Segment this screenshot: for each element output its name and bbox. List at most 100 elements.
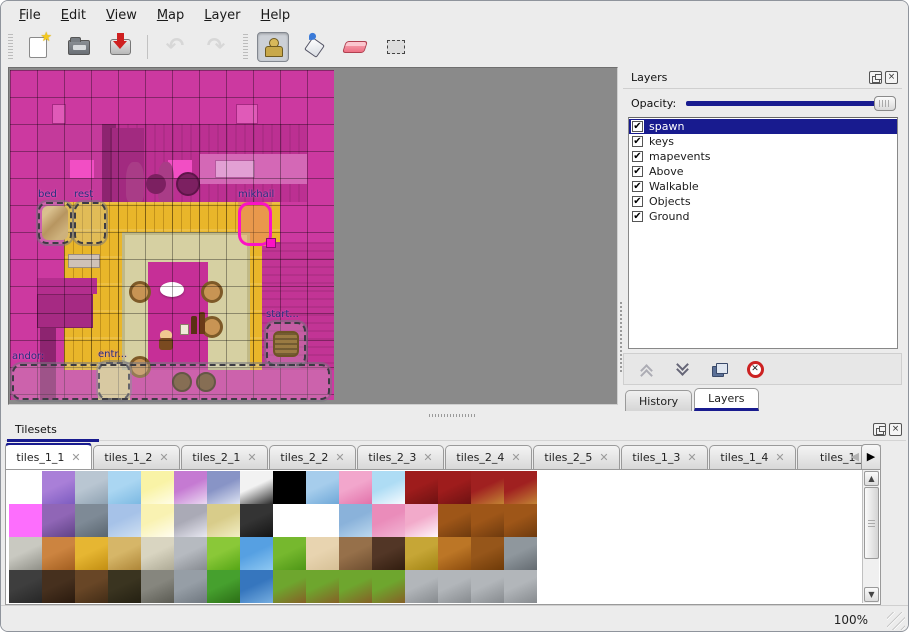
close-tab-icon[interactable]: ✕: [71, 451, 80, 464]
tile-0-3[interactable]: [108, 471, 141, 504]
tile-1-15[interactable]: [504, 504, 537, 537]
duplicate-layer-button[interactable]: [708, 358, 730, 380]
close-tab-icon[interactable]: ✕: [247, 451, 256, 464]
tile-3-12[interactable]: [405, 570, 438, 603]
map-viewport[interactable]: bedrestmikhailstart...entr...andor:: [8, 67, 618, 405]
layer-visibility-checkbox[interactable]: ✔: [632, 121, 643, 132]
layer-row-Objects[interactable]: ✔Objects: [629, 194, 897, 209]
tile-0-0[interactable]: [9, 471, 42, 504]
tile-3-10[interactable]: [339, 570, 372, 603]
fill-bucket-button[interactable]: [298, 32, 330, 62]
menu-view[interactable]: View: [96, 5, 147, 26]
layer-row-spawn[interactable]: ✔spawn: [629, 119, 897, 134]
resize-handle[interactable]: [266, 238, 276, 248]
map-object-rest[interactable]: [74, 202, 106, 244]
tile-1-1[interactable]: [42, 504, 75, 537]
tile-1-2[interactable]: [75, 504, 108, 537]
tile-3-2[interactable]: [75, 570, 108, 603]
close-tab-icon[interactable]: ✕: [599, 451, 608, 464]
tile-2-9[interactable]: [306, 537, 339, 570]
menu-map[interactable]: Map: [147, 5, 194, 26]
tile-1-8[interactable]: [273, 504, 306, 537]
close-tab-icon[interactable]: ✕: [687, 451, 696, 464]
tileset-tab-tiles_2_4[interactable]: tiles_2_4✕: [445, 445, 532, 469]
close-tab-icon[interactable]: ✕: [775, 451, 784, 464]
opacity-slider-thumb[interactable]: [874, 96, 896, 111]
tile-2-7[interactable]: [240, 537, 273, 570]
tile-2-5[interactable]: [174, 537, 207, 570]
tileset-tab-tiles_1_2[interactable]: tiles_1_2✕: [93, 445, 180, 469]
layer-row-mapevents[interactable]: ✔mapevents: [629, 149, 897, 164]
tile-2-0[interactable]: [9, 537, 42, 570]
tileset-tab-tiles_1_1[interactable]: tiles_1_1✕: [5, 443, 92, 469]
tile-1-0[interactable]: [9, 504, 42, 537]
map-object-start[interactable]: [266, 322, 306, 366]
rect-select-button[interactable]: [380, 32, 412, 62]
stamp-brush-button[interactable]: [257, 32, 289, 62]
undo-button[interactable]: ↶: [159, 32, 191, 62]
tile-0-11[interactable]: [372, 471, 405, 504]
layer-visibility-checkbox[interactable]: ✔: [632, 196, 643, 207]
tile-1-10[interactable]: [339, 504, 372, 537]
layer-row-Above[interactable]: ✔Above: [629, 164, 897, 179]
tile-0-14[interactable]: [471, 471, 504, 504]
tile-2-11[interactable]: [372, 537, 405, 570]
save-button[interactable]: [104, 32, 136, 62]
tile-2-15[interactable]: [504, 537, 537, 570]
tile-3-0[interactable]: [9, 570, 42, 603]
tile-3-14[interactable]: [471, 570, 504, 603]
tile-0-2[interactable]: [75, 471, 108, 504]
tile-0-15[interactable]: [504, 471, 537, 504]
tile-0-12[interactable]: [405, 471, 438, 504]
tile-2-2[interactable]: [75, 537, 108, 570]
menu-help[interactable]: Help: [251, 5, 301, 26]
tile-2-8[interactable]: [273, 537, 306, 570]
tab-layers[interactable]: Layers: [694, 388, 758, 411]
tileset-tab-tiles_1_4[interactable]: tiles_1_4✕: [709, 445, 796, 469]
tile-0-5[interactable]: [174, 471, 207, 504]
tile-3-6[interactable]: [207, 570, 240, 603]
tile-0-7[interactable]: [240, 471, 273, 504]
menu-layer[interactable]: Layer: [194, 5, 250, 26]
tileset-tab-tiles_2_5[interactable]: tiles_2_5✕: [533, 445, 620, 469]
layer-row-Ground[interactable]: ✔Ground: [629, 209, 897, 224]
tile-1-11[interactable]: [372, 504, 405, 537]
tile-3-4[interactable]: [141, 570, 174, 603]
close-tab-icon[interactable]: ✕: [159, 451, 168, 464]
toolbar-drag-handle[interactable]: [7, 34, 14, 60]
tile-3-11[interactable]: [372, 570, 405, 603]
tile-3-15[interactable]: [504, 570, 537, 603]
layer-row-Walkable[interactable]: ✔Walkable: [629, 179, 897, 194]
tile-1-3[interactable]: [108, 504, 141, 537]
opacity-slider[interactable]: [686, 95, 896, 111]
layer-visibility-checkbox[interactable]: ✔: [632, 136, 643, 147]
tile-3-8[interactable]: [273, 570, 306, 603]
close-tab-icon[interactable]: ✕: [423, 451, 432, 464]
tile-3-9[interactable]: [306, 570, 339, 603]
layer-visibility-checkbox[interactable]: ✔: [632, 166, 643, 177]
tile-2-14[interactable]: [471, 537, 504, 570]
tile-1-5[interactable]: [174, 504, 207, 537]
tile-0-1[interactable]: [42, 471, 75, 504]
tile-2-10[interactable]: [339, 537, 372, 570]
open-folder-button[interactable]: [63, 32, 95, 62]
layer-row-keys[interactable]: ✔keys: [629, 134, 897, 149]
float-panel-icon[interactable]: [869, 71, 882, 84]
tile-2-1[interactable]: [42, 537, 75, 570]
tile-3-7[interactable]: [240, 570, 273, 603]
tile-0-6[interactable]: [207, 471, 240, 504]
tile-1-6[interactable]: [207, 504, 240, 537]
tile-1-9[interactable]: [306, 504, 339, 537]
close-panel-icon[interactable]: ×: [889, 423, 902, 436]
tile-1-13[interactable]: [438, 504, 471, 537]
scroll-down-icon[interactable]: ▼: [864, 587, 879, 602]
tile-1-7[interactable]: [240, 504, 273, 537]
close-panel-icon[interactable]: ×: [885, 71, 898, 84]
new-file-button[interactable]: [22, 32, 54, 62]
move-layer-up-button[interactable]: [636, 358, 658, 380]
map-object-bed[interactable]: [38, 202, 72, 244]
delete-layer-button[interactable]: ✕: [744, 358, 766, 380]
map-canvas[interactable]: bedrestmikhailstart...entr...andor:: [10, 70, 334, 400]
tile-1-12[interactable]: [405, 504, 438, 537]
toolbar-drag-handle[interactable]: [242, 34, 249, 60]
